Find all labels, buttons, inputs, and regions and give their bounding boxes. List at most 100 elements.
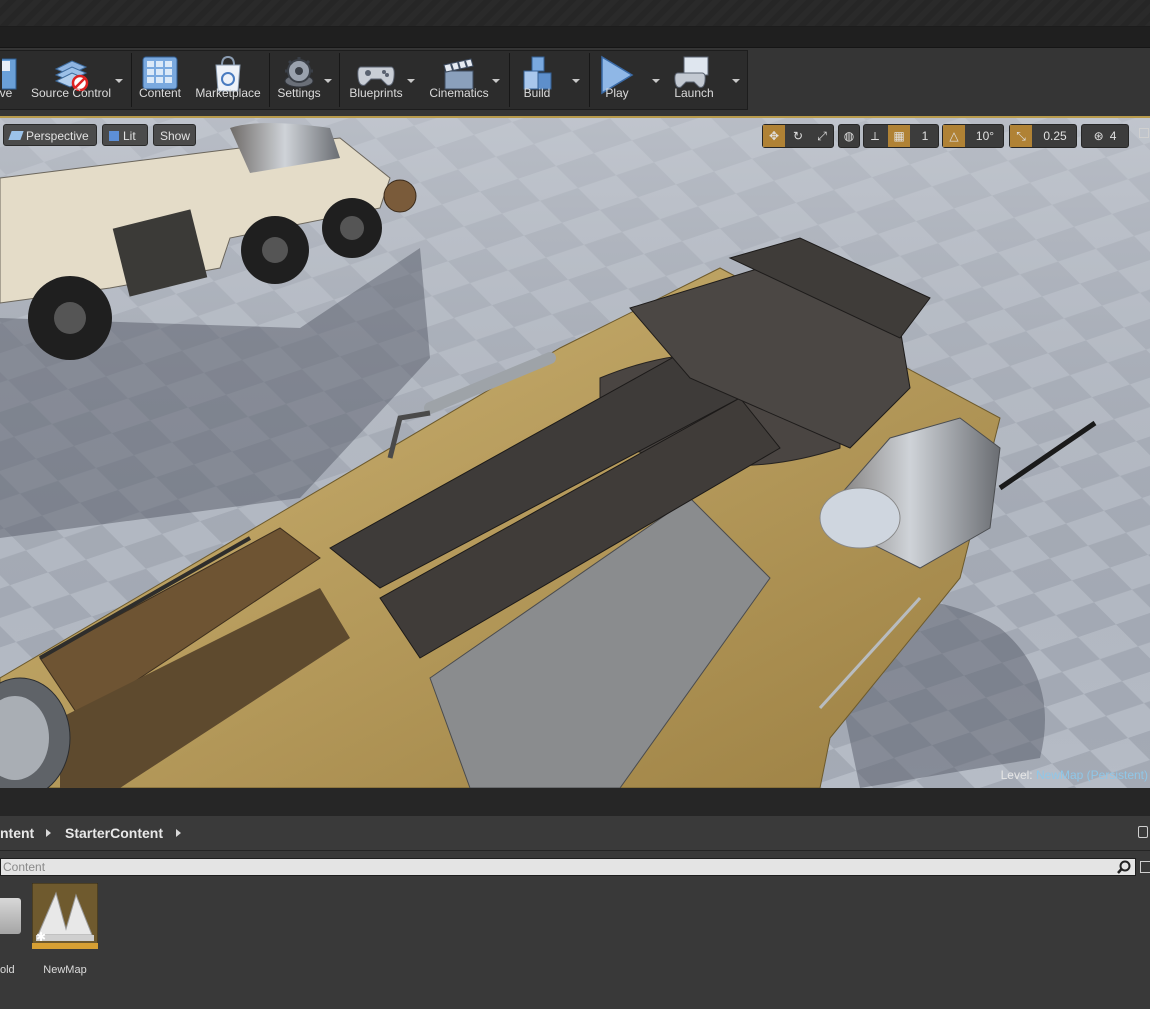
content-search-input[interactable]: Content (0, 858, 1136, 876)
asset-newmap-label: NewMap (43, 964, 87, 976)
blueprints-label: Blueprints (349, 86, 403, 100)
view-options-icon[interactable] (1140, 861, 1150, 873)
viewport-perspective-button[interactable]: Perspective (3, 124, 97, 146)
content-label: Content (138, 86, 182, 100)
rotation-snap-text: 10° (975, 129, 995, 143)
breadcrumb-content[interactable]: ntent (0, 825, 34, 841)
breadcrumb: ntent StarterContent (0, 816, 1150, 851)
launch-label: Launch (674, 86, 714, 100)
level-readout: Level: NewMap (Persistent) (1001, 768, 1148, 782)
cinematics-button[interactable]: Cinematics (424, 51, 494, 109)
asset-folder-label: old (0, 964, 15, 976)
marketplace-button[interactable]: Marketplace (192, 51, 264, 109)
coordinate-system: ◍ (838, 124, 860, 148)
play-button[interactable]: Play (594, 51, 640, 109)
asset-newmap[interactable]: ✱ NewMap (32, 883, 98, 983)
build-label: Build (523, 86, 551, 100)
level-label: Level: (1000, 768, 1033, 782)
toolbar-separator (269, 53, 270, 107)
rotate-icon: ↻ (792, 129, 804, 143)
build-button[interactable]: Build (514, 51, 560, 109)
grid-snap-text: 1 (921, 129, 929, 143)
search-placeholder: Content (3, 860, 46, 874)
breadcrumb-arrow-icon[interactable] (176, 829, 181, 837)
viewport-show-button[interactable]: Show (153, 124, 196, 146)
window-title-bar (0, 0, 1150, 27)
scale-tool[interactable]: ⤢ (811, 125, 833, 147)
main-toolbar: ve Source Control Content Marketplace Se… (0, 50, 748, 110)
scale-snap-text: 0.25 (1043, 129, 1067, 143)
scale-snap-icon: ⤡ (1016, 129, 1026, 143)
toolbar-separator (509, 53, 510, 107)
grid-icon: ▦ (893, 129, 905, 143)
perspective-label: Perspective (26, 129, 89, 143)
content-browser: ntent StarterContent Content old ✱ NewMa… (0, 816, 1150, 1009)
settings-label: Settings (277, 86, 321, 100)
map-asset-icon: ✱ (32, 883, 98, 949)
toolbar-separator (131, 53, 132, 107)
cinematics-dropdown[interactable] (491, 77, 501, 87)
lit-cube-icon (109, 131, 119, 141)
settings-button[interactable]: Settings (272, 51, 326, 109)
surface-snap-toggle[interactable]: ⟂ (864, 125, 886, 147)
grid-snap-value[interactable]: 1 (912, 125, 938, 147)
settings-dropdown[interactable] (323, 77, 333, 87)
rotation-snap-toggle[interactable]: △ (943, 125, 965, 147)
perspective-icon (8, 131, 24, 140)
cinematics-label: Cinematics (429, 86, 489, 100)
translate-tool[interactable]: ✥ (763, 125, 785, 147)
rotation-snap-group: △ 10° (942, 124, 1004, 148)
lit-label: Lit (123, 129, 136, 143)
globe-icon: ◍ (843, 129, 855, 143)
source-control-dropdown[interactable] (114, 77, 124, 87)
launch-dropdown[interactable] (731, 77, 741, 87)
source-control-label: Source Control (30, 86, 112, 100)
camera-speed-icon: ⊛ (1093, 129, 1104, 143)
viewport-lit-button[interactable]: Lit (102, 124, 148, 146)
rotation-snap-icon: △ (949, 129, 959, 143)
scale-snap-toggle[interactable]: ⤡ (1010, 125, 1032, 147)
play-label: Play (605, 86, 629, 100)
transform-tools: ✥ ↻ ⤢ (762, 124, 834, 148)
breadcrumb-starter-content[interactable]: StarterContent (65, 825, 163, 841)
world-space-toggle[interactable]: ◍ (839, 125, 859, 147)
svg-text:✱: ✱ (36, 930, 46, 944)
camera-speed-group: ⊛ 4 (1081, 124, 1129, 148)
grid-snap-group: ⟂ ▦ 1 (863, 124, 939, 148)
save-button[interactable]: ve (0, 51, 17, 109)
folder-icon (0, 898, 21, 934)
content-button[interactable]: Content (134, 51, 186, 109)
surface-snap-icon: ⟂ (870, 129, 879, 143)
tab-strip (0, 27, 1150, 48)
scale-snap-group: ⤡ 0.25 (1009, 124, 1077, 148)
blueprints-dropdown[interactable] (406, 77, 416, 87)
panel-tab-strip (0, 788, 1150, 817)
camera-speed-text: 4 (1109, 129, 1117, 143)
save-label: ve (0, 86, 13, 100)
source-control-button[interactable]: Source Control (26, 51, 116, 109)
scale-icon: ⤢ (817, 129, 827, 143)
maximize-viewport-icon[interactable] (1139, 128, 1149, 138)
blueprints-button[interactable]: Blueprints (344, 51, 408, 109)
lock-icon[interactable] (1138, 826, 1148, 838)
main-toolbar-area: ve Source Control Content Marketplace Se… (0, 48, 1150, 116)
rotate-tool[interactable]: ↻ (787, 125, 809, 147)
asset-folder[interactable]: old (0, 896, 24, 976)
grid-snap-toggle[interactable]: ▦ (888, 125, 910, 147)
toolbar-separator (589, 53, 590, 107)
play-dropdown[interactable] (651, 77, 661, 87)
rotation-snap-value[interactable]: 10° (967, 125, 1003, 147)
scale-snap-value[interactable]: 0.25 (1034, 125, 1076, 147)
search-icon[interactable] (1117, 860, 1131, 874)
launch-button[interactable]: Launch (668, 51, 720, 109)
camera-speed-button[interactable]: ⊛ 4 (1082, 125, 1128, 147)
translate-arrows-icon: ✥ (768, 129, 780, 143)
build-dropdown[interactable] (571, 77, 581, 87)
marketplace-label: Marketplace (195, 86, 261, 100)
show-label: Show (160, 129, 191, 143)
breadcrumb-arrow-icon[interactable] (46, 829, 51, 837)
viewport-scene (0, 118, 1150, 788)
level-viewport[interactable]: Perspective Lit Show ✥ ↻ ⤢ ◍ ⟂ ▦ 1 △ 10°… (0, 116, 1150, 790)
level-name: NewMap (Persistent) (1035, 768, 1148, 782)
toolbar-separator (339, 53, 340, 107)
